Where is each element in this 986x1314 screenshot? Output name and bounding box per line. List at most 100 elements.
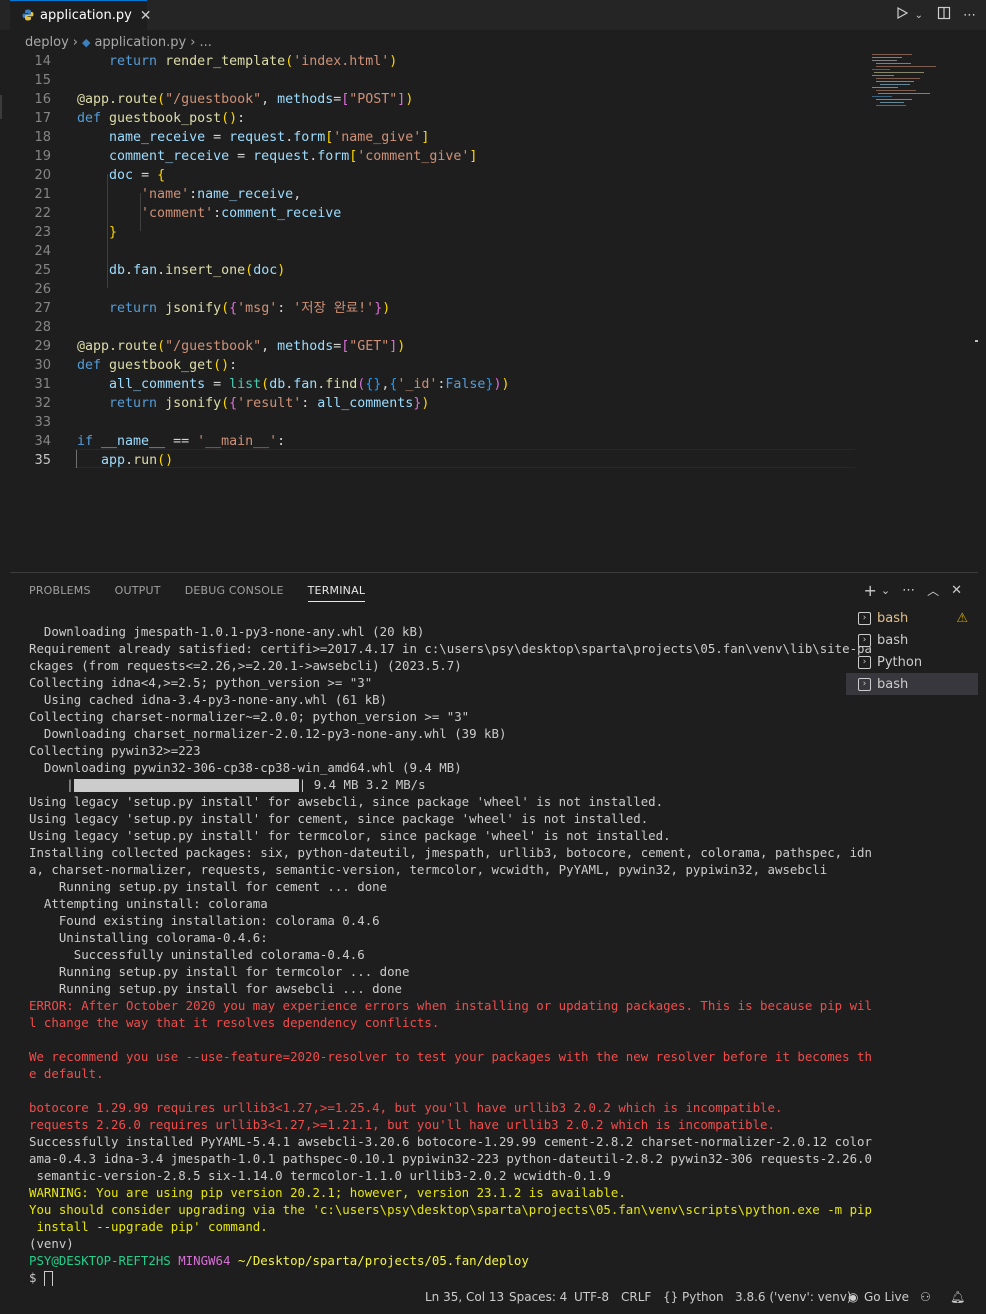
- terminal-line: Collecting idna<4,>=2.5; python_version …: [29, 675, 373, 690]
- code-line-19: comment_receive = request.form['comment_…: [109, 149, 478, 164]
- terminal-line: Successfully installed PyYAML-5.4.1 awse…: [29, 1134, 872, 1149]
- terminal-label: Python: [877, 654, 923, 670]
- minimap-line: [876, 78, 920, 79]
- prompt-user: PSY@DESKTOP-REFT2HS: [29, 1253, 171, 1268]
- tab-problems[interactable]: PROBLEMS: [29, 584, 91, 602]
- terminal-label: bash: [877, 610, 909, 626]
- code-line-18: name_receive = request.form['name_give']: [109, 130, 430, 145]
- terminal-label: bash: [877, 632, 909, 648]
- terminal-output[interactable]: Downloading jmespath-1.0.1-py3-none-any.…: [29, 623, 872, 1287]
- terminal-icon: ›: [858, 655, 871, 669]
- code-line-23: }: [109, 225, 118, 240]
- code-line-27: return jsonify({'msg': '저장 완료!'}): [109, 301, 391, 316]
- line-number: 18: [34, 130, 51, 145]
- line-number: 31: [34, 377, 51, 392]
- terminal-list: › bash ⚠ › bash › Python › bash: [846, 607, 978, 695]
- terminal-line: Uninstalling colorama-0.4.6:: [29, 930, 268, 945]
- minimap-line: [876, 66, 936, 67]
- code-line-32: return jsonify({'result': all_comments}): [109, 396, 430, 411]
- progress-label: 9.4 MB 3.2 MB/s: [313, 777, 426, 792]
- tab-terminal[interactable]: TERMINAL: [307, 584, 366, 602]
- minimap-line: [872, 69, 890, 70]
- go-live-button[interactable]: Go Live: [864, 1290, 909, 1304]
- line-number: 14: [34, 54, 51, 69]
- terminal-item-bash-1[interactable]: › bash ⚠: [846, 607, 978, 629]
- minimap-line: [872, 57, 902, 58]
- command-line[interactable]: $: [29, 1269, 829, 1287]
- code-line-34: if __name__ == '__main__':: [77, 434, 286, 449]
- minimap[interactable]: [862, 52, 974, 132]
- python-interpreter[interactable]: 3.8.6 ('venv': venv): [735, 1290, 852, 1304]
- chevron-down-icon[interactable]: ⌄: [881, 584, 890, 597]
- chevron-right-icon: ›: [190, 34, 196, 50]
- tab-output[interactable]: OUTPUT: [115, 584, 161, 602]
- line-number: 33: [34, 415, 51, 430]
- line-number: 23: [34, 225, 51, 240]
- minimap-line: [872, 60, 897, 61]
- terminal-line: botocore 1.29.99 requires urllib3<1.27,>…: [29, 1100, 783, 1115]
- terminal-item-python[interactable]: › Python: [846, 651, 978, 673]
- indentation[interactable]: Spaces: 4: [509, 1290, 567, 1304]
- prompt-path: ~/Desktop/sparta/projects/05.fan/deploy: [237, 1253, 529, 1268]
- code-line-17: def guestbook_post():: [77, 111, 246, 126]
- code-line-31: all_comments = list(db.fan.find({},{'_id…: [109, 377, 510, 392]
- plus-icon[interactable]: +: [863, 581, 876, 600]
- encoding[interactable]: UTF-8: [574, 1290, 609, 1304]
- terminal-line: e default.: [29, 1066, 104, 1081]
- bell-icon[interactable]: 🔔︎: [950, 1290, 965, 1304]
- minimap-line: [878, 93, 930, 94]
- code-line-22: 'comment':comment_receive: [141, 206, 342, 221]
- tab-label: application.py: [40, 8, 132, 23]
- split-editor-icon[interactable]: [937, 6, 951, 24]
- run-icon[interactable]: [895, 6, 909, 24]
- editor-actions: ⌄ ⋯: [895, 0, 976, 30]
- terminal-line: You should consider upgrading via the 'c…: [29, 1202, 872, 1217]
- braces-icon: {}: [663, 1290, 679, 1304]
- terminal-line: Attempting uninstall: colorama: [29, 896, 268, 911]
- minimap-line: [872, 87, 898, 88]
- close-icon[interactable]: ✕: [951, 583, 962, 598]
- terminal-line: ckages (from requests<=2.26,>=2.20.1->aw…: [29, 658, 462, 673]
- broadcast-icon: ◉: [848, 1290, 859, 1304]
- terminal-line: a, charset-normalizer, requests, semanti…: [29, 862, 828, 877]
- breadcrumb-folder[interactable]: deploy: [25, 35, 69, 50]
- cursor-position[interactable]: Ln 35, Col 13: [425, 1290, 504, 1304]
- minimap-line: [880, 84, 910, 85]
- line-number: 25: [34, 263, 51, 278]
- terminal-icon: ›: [858, 611, 871, 625]
- code-line-29: @app.route("/guestbook", methods=["GET"]…: [77, 339, 406, 354]
- editor-scrollbar[interactable]: [975, 52, 978, 570]
- line-endings[interactable]: CRLF: [621, 1290, 651, 1304]
- minimap-line: [876, 99, 912, 100]
- terminal-line: WARNING: You are using pip version 20.2.…: [29, 1185, 626, 1200]
- minimap-line: [876, 63, 911, 64]
- close-icon[interactable]: ✕: [140, 8, 152, 24]
- terminal-line: semantic-version-2.8.5 six-1.14.0 termco…: [29, 1168, 611, 1183]
- minimap-line: [872, 96, 892, 97]
- line-number: 16: [34, 92, 51, 107]
- language-mode[interactable]: Python: [682, 1290, 724, 1304]
- code-editor[interactable]: 14 15 16 17 18 19 20 21 22 23 24 25 26 27 28 29 30 31 32 33…: [10, 52, 978, 570]
- more-actions-icon[interactable]: ⋯: [902, 583, 915, 598]
- prompt-shell: MINGW64: [178, 1253, 231, 1268]
- terminal-item-bash-2[interactable]: › bash: [846, 629, 978, 651]
- line-number: 35: [34, 453, 51, 468]
- feedback-icon[interactable]: ⚇: [920, 1290, 931, 1304]
- minimap-line: [876, 90, 916, 91]
- line-number: 28: [34, 320, 51, 335]
- code-line-25: db.fan.insert_one(doc): [109, 263, 286, 278]
- breadcrumb-more[interactable]: ...: [199, 35, 211, 50]
- terminal-line: Collecting pywin32>=223: [29, 743, 201, 758]
- current-line-highlight: [74, 449, 855, 468]
- code-line-16: @app.route("/guestbook", methods=["POST"…: [77, 92, 414, 107]
- chevron-down-icon[interactable]: ⌄: [915, 10, 923, 21]
- more-actions-icon[interactable]: ⋯: [963, 8, 976, 23]
- terminal-item-bash-3[interactable]: › bash: [846, 673, 978, 695]
- terminal-line: Collecting charset-normalizer~=2.0.0; py…: [29, 709, 470, 724]
- breadcrumb-file[interactable]: application.py: [94, 35, 186, 50]
- terminal-line: install --upgrade pip' command.: [29, 1219, 268, 1234]
- terminal-line: ama-0.4.3 idna-3.4 jmespath-1.0.1 pathsp…: [29, 1151, 872, 1166]
- tab-debug-console[interactable]: DEBUG CONSOLE: [185, 584, 284, 602]
- tab-application-py[interactable]: application.py ✕: [10, 0, 152, 30]
- maximize-panel-icon[interactable]: ︿: [927, 582, 939, 599]
